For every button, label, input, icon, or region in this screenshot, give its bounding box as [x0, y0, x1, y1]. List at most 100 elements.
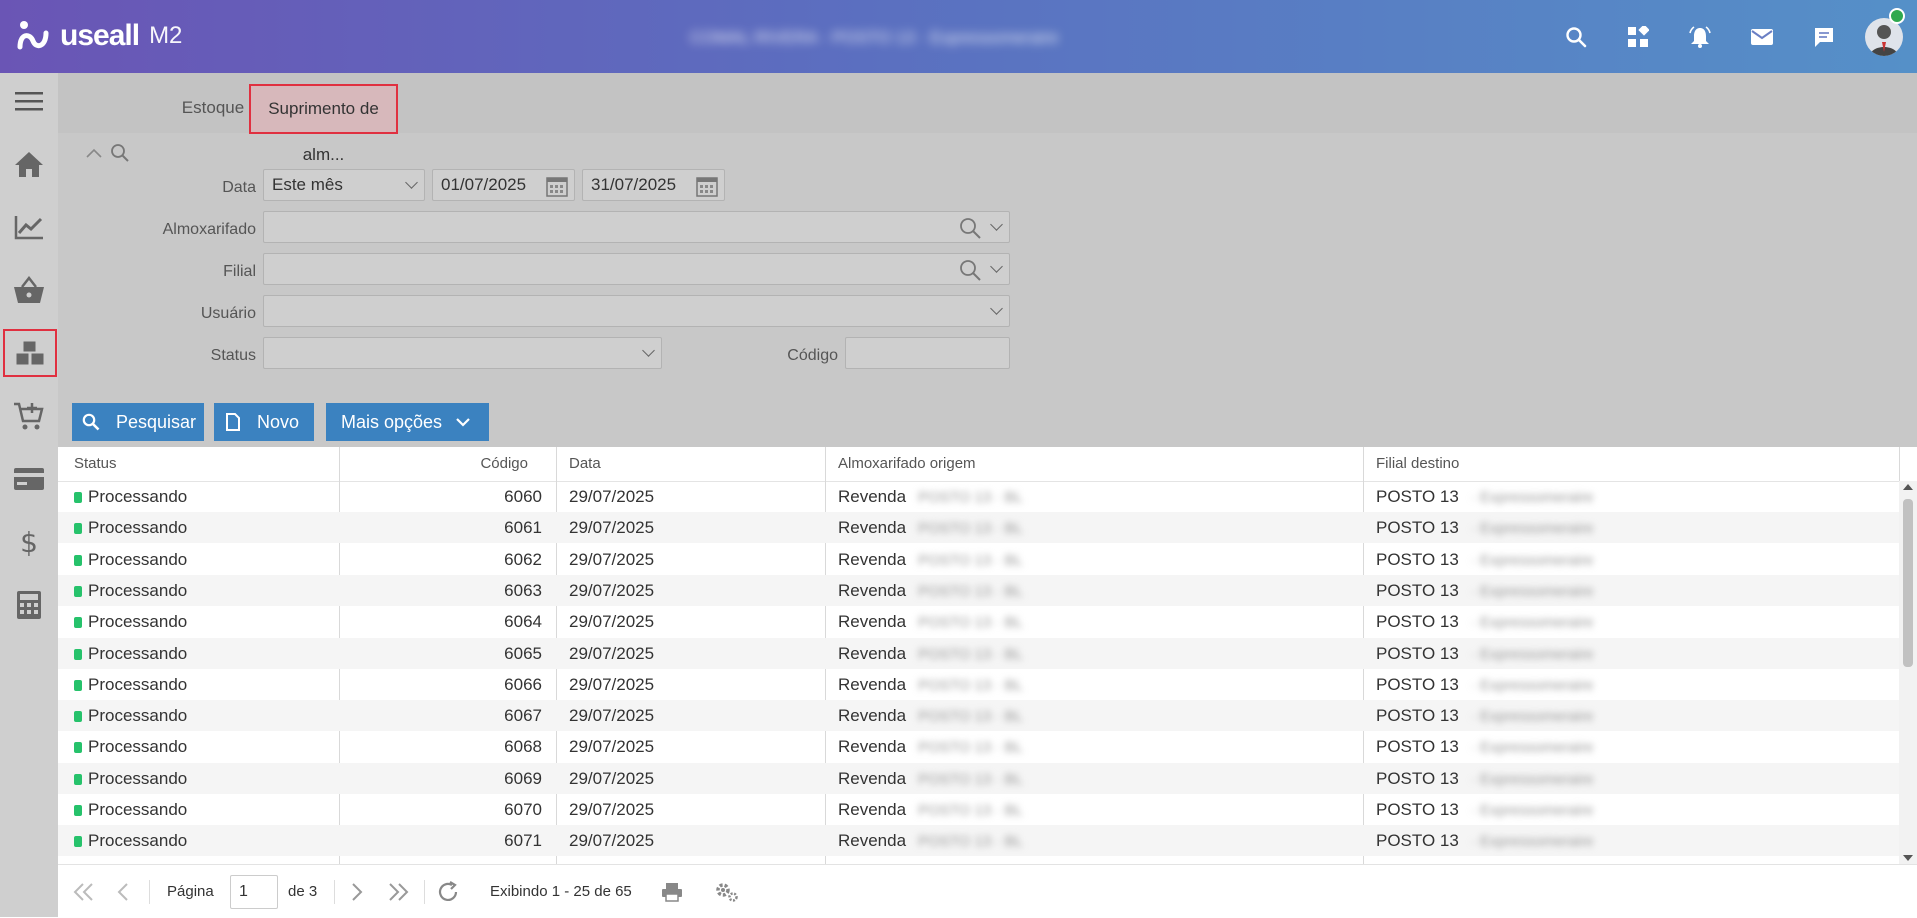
search-icon[interactable] — [1545, 0, 1607, 73]
filial-field[interactable] — [263, 253, 1010, 285]
calendar-icon[interactable] — [546, 175, 568, 197]
chat-icon[interactable] — [1793, 0, 1855, 73]
destino-blurred-text: · Expressomeraire — [1470, 676, 1594, 694]
column-header-filial-destino[interactable]: Filial destino — [1376, 447, 1459, 481]
data-cell: 29/07/2025 — [569, 518, 655, 538]
cart-add-icon[interactable] — [2, 392, 56, 440]
date-to-field[interactable]: 31/07/2025 — [582, 169, 725, 201]
basket-icon[interactable] — [2, 266, 56, 314]
destino-cell: POSTO 13 · Expressomeraire — [1376, 481, 1593, 512]
column-header-data[interactable]: Data — [569, 447, 601, 481]
logo[interactable]: useall M2 — [16, 16, 182, 56]
data-cell: 29/07/2025 — [569, 612, 655, 632]
page-number-input[interactable]: 1 — [230, 874, 278, 909]
data-cell: 29/07/2025 — [569, 706, 655, 726]
destino-blurred-text: · Expressomeraire — [1470, 739, 1594, 757]
search-button[interactable]: Pesquisar — [72, 403, 204, 441]
scroll-up-arrow-icon[interactable] — [1903, 483, 1913, 491]
calculator-icon[interactable] — [2, 581, 56, 629]
mail-icon[interactable] — [1731, 0, 1793, 73]
status-text: Processando — [88, 768, 188, 788]
previous-page-icon[interactable] — [116, 865, 130, 918]
origem-text: Revenda — [838, 549, 907, 569]
chevron-down-icon[interactable] — [990, 260, 1003, 273]
sidebar: $ — [0, 73, 58, 917]
first-page-icon[interactable] — [72, 865, 96, 918]
table-row[interactable]: Processando 6064 29/07/2025 Revenda POSTO 13… — [58, 606, 1899, 637]
date-from-field[interactable]: 01/07/2025 — [432, 169, 575, 201]
page-total: de 3 — [288, 883, 318, 900]
table-row[interactable]: Processando 6063 29/07/2025 Revenda POSTO 13… — [58, 574, 1899, 606]
table-row[interactable]: Processando 6060 29/07/2025 Revenda POSTO 13… — [58, 481, 1899, 512]
status-label: Status — [210, 347, 256, 364]
table-row[interactable]: Processando 6071 29/07/2025 Revenda POSTO 13… — [58, 825, 1899, 857]
data-cell: 29/07/2025 — [569, 487, 655, 506]
settings-gears-icon[interactable] — [714, 865, 740, 918]
user-avatar[interactable] — [1855, 0, 1917, 73]
codigo-cell: 6060 — [504, 487, 542, 506]
more-options-button[interactable]: Mais opções — [326, 403, 489, 441]
menu-hamburger-icon[interactable] — [2, 77, 56, 125]
origem-cell: Revenda POSTO 13 · BL — [838, 575, 1023, 606]
date-from-value: 01/07/2025 — [441, 175, 527, 194]
data-cell: 29/07/2025 — [569, 674, 655, 694]
column-header-almoxarifado-origem[interactable]: Almoxarifado origem — [838, 447, 976, 481]
table-row[interactable]: Processando 6062 29/07/2025 Revenda POSTO 13… — [58, 544, 1899, 575]
next-page-icon[interactable] — [350, 865, 364, 918]
almoxarifado-field[interactable] — [263, 211, 1010, 243]
tab-suprimento[interactable]: Suprimento de alm... — [249, 84, 398, 164]
credit-card-icon[interactable] — [2, 455, 56, 503]
last-page-icon[interactable] — [386, 865, 410, 918]
new-button[interactable]: Novo — [214, 403, 314, 441]
usuario-select[interactable] — [263, 295, 1010, 327]
codigo-cell: 6063 — [504, 580, 542, 600]
table-row[interactable]: Processando 6065 29/07/2025 Revenda POSTO 13… — [58, 637, 1899, 669]
search-icon[interactable] — [110, 143, 130, 163]
table-row[interactable]: Processando 6069 29/07/2025 Revenda POSTO 13… — [58, 762, 1899, 794]
destino-text: POSTO 13 — [1376, 518, 1459, 538]
table-row[interactable]: Processando 6066 29/07/2025 Revenda POSTO 13… — [58, 669, 1899, 700]
column-header-codigo[interactable]: Código — [338, 447, 528, 481]
refresh-icon[interactable] — [436, 865, 460, 918]
table-row[interactable]: Processando 6070 29/07/2025 Revenda POSTO 13… — [58, 794, 1899, 825]
origem-text: Revenda — [838, 612, 907, 632]
chevron-down-icon — [642, 344, 655, 357]
search-icon[interactable] — [959, 217, 981, 239]
table-row[interactable]: Processando 6068 29/07/2025 Revenda POSTO 13… — [58, 731, 1899, 762]
table-row[interactable]: Processando 6067 29/07/2025 Revenda POSTO 13… — [58, 700, 1899, 732]
chart-trend-icon[interactable] — [2, 203, 56, 251]
codigo-input[interactable] — [845, 337, 1010, 369]
print-icon[interactable] — [661, 865, 683, 918]
home-icon[interactable] — [2, 140, 56, 188]
table-row[interactable]: Processando 6061 29/07/2025 Revenda POSTO 13… — [58, 512, 1899, 544]
chevron-up-icon[interactable] — [86, 148, 102, 158]
calendar-icon[interactable] — [696, 175, 718, 197]
scroll-down-arrow-icon[interactable] — [1903, 854, 1913, 862]
origem-text: Revenda — [838, 643, 907, 663]
status-select[interactable] — [263, 337, 662, 369]
status-cell: Processando — [74, 512, 187, 543]
destino-blurred-text: · Expressomeraire — [1470, 645, 1594, 663]
status-indicator-dot — [74, 679, 82, 691]
useall-logo-icon — [17, 21, 49, 50]
date-to-value: 31/07/2025 — [591, 175, 677, 194]
status-indicator-dot — [74, 711, 82, 723]
notification-bell-icon[interactable] — [1669, 0, 1731, 73]
apps-grid-icon[interactable] — [1607, 0, 1669, 73]
vertical-scrollbar[interactable] — [1899, 481, 1917, 864]
status-indicator-dot — [74, 836, 82, 848]
destino-blurred-text: · Expressomeraire — [1470, 833, 1594, 851]
column-header-status[interactable]: Status — [74, 447, 117, 481]
data-period-select[interactable]: Este mês — [263, 169, 425, 201]
dollar-icon[interactable]: $ — [2, 518, 56, 566]
boxes-stock-icon[interactable] — [3, 329, 57, 377]
pager-divider — [424, 880, 425, 904]
scrollbar-thumb[interactable] — [1903, 499, 1913, 667]
data-cell: 29/07/2025 — [569, 549, 655, 569]
origem-cell: Revenda POSTO 13 · BL — [838, 731, 1023, 762]
filter-toggle[interactable] — [86, 143, 130, 163]
search-icon[interactable] — [959, 259, 981, 281]
origem-blurred-text: POSTO 13 · BL — [918, 520, 1023, 538]
logo-text: useall — [60, 19, 140, 52]
chevron-down-icon[interactable] — [990, 218, 1003, 231]
